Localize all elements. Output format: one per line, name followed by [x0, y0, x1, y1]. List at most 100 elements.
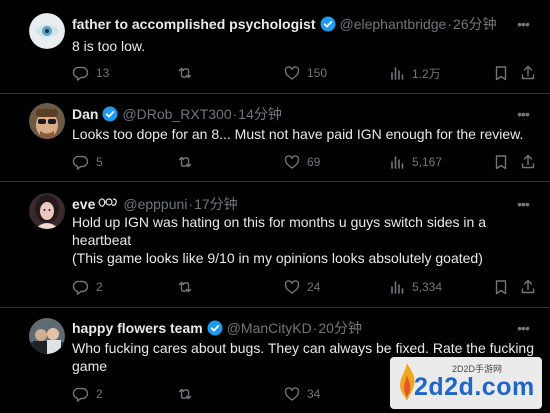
tweet[interactable]: father to accomplished psychologist @ele…: [0, 0, 550, 94]
reply-count: 2: [96, 387, 103, 401]
user-handle[interactable]: @epppuni: [123, 195, 187, 213]
repost-button[interactable]: [176, 64, 194, 82]
views-button[interactable]: 5,334: [388, 278, 442, 296]
tweet[interactable]: Dan @DRob_RXT300 · 14分钟 ••• Looks too do…: [0, 94, 550, 182]
tweet-text-line: heartbeat: [72, 232, 132, 248]
like-count: 34: [307, 387, 321, 401]
woman-avatar-icon: [29, 193, 65, 229]
bookmark-button[interactable]: [492, 278, 510, 296]
tweet-text: Looks too dope for an 8... Must not have…: [72, 125, 532, 143]
action-bar: 13 150 1.2万: [72, 64, 535, 82]
tweet-text: Hold up IGN was hating on this for month…: [72, 213, 532, 267]
action-bar: 5 69 5,167: [72, 153, 535, 171]
tweet-header: eve @epppuni · 17分钟: [72, 195, 238, 213]
timestamp[interactable]: 17分钟: [194, 195, 238, 213]
timestamp[interactable]: 26分钟: [453, 15, 497, 33]
user-handle[interactable]: @elephantbridge: [340, 15, 447, 33]
avatar[interactable]: [29, 193, 65, 229]
tweet[interactable]: eve @epppuni · 17分钟 ••• Hold up IGN was …: [0, 182, 550, 308]
share-button[interactable]: [519, 153, 537, 171]
reply-count: 5: [96, 155, 103, 169]
views-chart-icon: [391, 281, 404, 294]
share-icon: [521, 154, 535, 169]
display-name[interactable]: happy flowers team: [72, 319, 203, 337]
repost-icon: [178, 388, 192, 400]
separator-dot: ·: [232, 106, 238, 122]
more-options-icon[interactable]: •••: [514, 105, 532, 123]
tweet-text-line: Who fucking cares about bugs. They can a…: [72, 340, 534, 356]
like-count: 150: [307, 66, 328, 80]
display-name[interactable]: Dan: [72, 105, 98, 123]
view-count: 5,334: [412, 280, 443, 294]
tweet-header: father to accomplished psychologist @ele…: [72, 15, 497, 33]
tweet-text: 8 is too low.: [72, 37, 512, 55]
timestamp[interactable]: 20分钟: [318, 319, 362, 337]
display-name[interactable]: eve: [72, 195, 95, 213]
timestamp[interactable]: 14分钟: [238, 105, 282, 123]
bookmark-button[interactable]: [492, 64, 510, 82]
avatar[interactable]: [29, 13, 65, 49]
reply-button[interactable]: 2: [72, 278, 103, 296]
emoji-icon: [97, 195, 119, 214]
share-icon: [521, 279, 535, 294]
heart-icon: [284, 387, 300, 401]
bookmark-icon: [495, 66, 507, 81]
more-options-icon[interactable]: •••: [514, 15, 532, 33]
like-button[interactable]: 150: [283, 64, 327, 82]
views-button[interactable]: 1.2万: [388, 64, 441, 82]
views-chart-icon: [391, 67, 404, 80]
bookmark-button[interactable]: [492, 153, 510, 171]
reply-button[interactable]: 5: [72, 153, 103, 171]
verified-badge-icon: [102, 106, 118, 122]
repost-button[interactable]: [176, 385, 194, 403]
repost-button[interactable]: [176, 153, 194, 171]
bookmark-icon: [495, 280, 507, 295]
user-handle[interactable]: @ManCityKD: [227, 319, 312, 337]
site-watermark: 2D2D手游网 2d2d.com: [390, 357, 542, 409]
tweet-text-line: Hold up IGN was hating on this for month…: [72, 214, 486, 230]
separator-dot: ·: [447, 16, 453, 32]
reply-icon: [72, 280, 89, 295]
more-options-icon[interactable]: •••: [514, 195, 532, 213]
heart-icon: [284, 280, 300, 294]
timeline-feed: father to accomplished psychologist @ele…: [0, 0, 550, 413]
like-button[interactable]: 24: [283, 278, 320, 296]
tweet-header: Dan @DRob_RXT300 · 14分钟: [72, 105, 282, 123]
reply-button[interactable]: 13: [72, 64, 109, 82]
watermark-domain: 2d2d.com: [414, 373, 535, 401]
display-name[interactable]: father to accomplished psychologist: [72, 15, 316, 33]
reply-icon: [72, 387, 89, 402]
like-count: 69: [307, 155, 321, 169]
views-button[interactable]: 5,167: [388, 153, 442, 171]
reply-icon: [72, 66, 89, 81]
share-button[interactable]: [519, 278, 537, 296]
avatar[interactable]: [29, 318, 65, 354]
bookmark-icon: [495, 155, 507, 170]
action-bar: 2 24 5,334: [72, 278, 535, 296]
like-count: 24: [307, 280, 321, 294]
verified-badge-icon: [207, 320, 223, 336]
heart-icon: [284, 66, 300, 80]
tweet-header: happy flowers team @ManCityKD · 20分钟: [72, 319, 362, 337]
reply-button[interactable]: 2: [72, 385, 103, 403]
more-options-icon[interactable]: •••: [514, 319, 532, 337]
user-handle[interactable]: @DRob_RXT300: [122, 105, 231, 123]
tweet-text-line: (This game looks like 9/10 in my opinion…: [72, 250, 483, 266]
eye-avatar-icon: [29, 13, 65, 49]
views-chart-icon: [391, 156, 404, 169]
heart-icon: [284, 155, 300, 169]
repost-icon: [178, 281, 192, 293]
like-button[interactable]: 34: [283, 385, 320, 403]
avatar[interactable]: [29, 103, 65, 139]
reply-count: 2: [96, 280, 103, 294]
share-button[interactable]: [519, 64, 537, 82]
reply-count: 13: [96, 66, 110, 80]
like-button[interactable]: 69: [283, 153, 320, 171]
separator-dot: ·: [188, 196, 194, 212]
separator-dot: ·: [312, 320, 318, 336]
tweet-text-line: 8 is too low.: [72, 38, 146, 54]
reply-icon: [72, 155, 89, 170]
share-icon: [521, 65, 535, 80]
tweet-text-line: Looks too dope for an 8... Must not have…: [72, 126, 524, 142]
repost-button[interactable]: [176, 278, 194, 296]
